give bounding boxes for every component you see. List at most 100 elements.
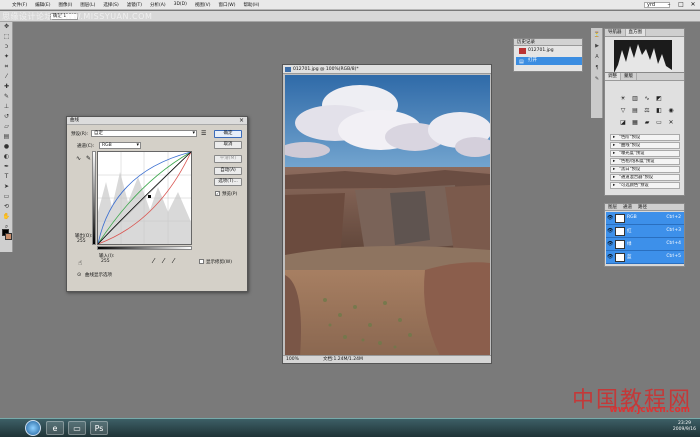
vibrance-icon[interactable]: ▽ xyxy=(619,107,627,115)
black-white-icon[interactable]: ◧ xyxy=(655,107,663,115)
show-clipping-checkbox[interactable] xyxy=(199,259,204,264)
menu-select[interactable]: 选择(S) xyxy=(103,2,118,8)
photoshop-taskbar-icon[interactable]: Ps xyxy=(90,421,108,435)
curve-control-point[interactable] xyxy=(148,195,151,198)
system-clock[interactable]: 23:29 2009/9/16 xyxy=(673,421,696,433)
close-icon[interactable]: ✕ xyxy=(689,1,697,8)
type-tool-icon[interactable]: T xyxy=(2,173,11,181)
menu-layer[interactable]: 图层(L) xyxy=(80,2,95,8)
move-tool-icon[interactable]: ✥ xyxy=(2,23,11,31)
curves-title-bar[interactable]: 曲线 × xyxy=(67,117,247,125)
zoom-level[interactable]: 100% xyxy=(286,356,299,364)
output-value[interactable]: 255 xyxy=(77,239,86,244)
preset-exposure[interactable]: "曝光度"预设 xyxy=(610,150,680,157)
gray-eyedropper-icon[interactable]: ⁄ xyxy=(163,257,164,265)
tab-navigator[interactable]: 导航器 xyxy=(605,29,626,36)
ok-button[interactable]: 确定 xyxy=(214,130,242,138)
brush-tool-icon[interactable]: ✎ xyxy=(2,93,11,101)
gradient-map-icon[interactable]: ▭ xyxy=(655,119,663,127)
document-tab[interactable]: 012701.jpg @ 100%(RGB/8)* xyxy=(283,65,491,74)
path-select-icon[interactable]: ➤ xyxy=(2,183,11,191)
eraser-tool-icon[interactable]: ▱ xyxy=(2,123,11,131)
black-eyedropper-icon[interactable]: ⁄ xyxy=(153,257,154,265)
magic-wand-tool-icon[interactable]: ✦ xyxy=(2,53,11,61)
tab-paths[interactable]: 路径 xyxy=(635,204,650,210)
explorer-taskbar-icon[interactable]: ▭ xyxy=(68,421,86,435)
preset-selective-color[interactable]: "可选颜色"预设 xyxy=(610,182,680,189)
curve-point-tool-icon[interactable]: ∿ xyxy=(76,155,81,162)
pen-tool-icon[interactable]: ✒ xyxy=(2,163,11,171)
background-color-swatch[interactable] xyxy=(5,233,12,240)
minimize-icon[interactable]: – xyxy=(665,1,673,8)
invert-icon[interactable]: ◪ xyxy=(619,119,627,127)
menu-filter[interactable]: 滤镜(T) xyxy=(127,2,142,8)
visibility-eye-icon[interactable]: 👁 xyxy=(607,254,613,260)
pencil-draw-icon[interactable]: ✎ xyxy=(86,155,91,162)
dodge-tool-icon[interactable]: ◐ xyxy=(2,153,11,161)
start-button[interactable] xyxy=(25,420,41,436)
visibility-eye-icon[interactable]: 👁 xyxy=(607,215,613,221)
posterize-icon[interactable]: ▦ xyxy=(631,119,639,127)
gradient-tool-icon[interactable]: ▤ xyxy=(2,133,11,141)
target-adjust-icon[interactable]: ☝ xyxy=(78,259,82,267)
tab-masks[interactable]: 蒙版 xyxy=(621,73,637,80)
menu-edit[interactable]: 编辑(E) xyxy=(35,2,50,8)
visibility-eye-icon[interactable]: 👁 xyxy=(607,241,613,247)
channel-row[interactable]: 👁 RGB Ctrl+2 xyxy=(606,212,684,225)
stamp-tool-icon[interactable]: ⊥ xyxy=(2,103,11,111)
tab-channels[interactable]: 通道 xyxy=(620,204,635,210)
menu-image[interactable]: 图像(I) xyxy=(58,2,72,8)
preset-black-white[interactable]: "黑白"预设 xyxy=(610,166,680,173)
lasso-tool-icon[interactable]: ↄ xyxy=(2,43,11,51)
eyedropper-tool-icon[interactable]: ⁄ xyxy=(2,73,11,81)
menu-3d[interactable]: 3D(D) xyxy=(174,2,187,7)
color-balance-icon[interactable]: ⚖ xyxy=(643,107,651,115)
photo-filter-icon[interactable]: ◉ xyxy=(667,107,675,115)
menu-view[interactable]: 视图(V) xyxy=(195,2,211,8)
preset-curves[interactable]: "曲线"预设 xyxy=(610,142,680,149)
preset-channel-mixer[interactable]: "通道混合器"预设 xyxy=(610,174,680,181)
preset-menu-icon[interactable]: ☰ xyxy=(201,130,206,137)
visibility-eye-icon[interactable]: 👁 xyxy=(607,228,613,234)
auto-button[interactable]: 自动(A) xyxy=(214,167,242,175)
cancel-button[interactable]: 取消 xyxy=(214,141,242,149)
history-panel-icon[interactable]: ⏳ xyxy=(593,32,601,39)
hand-tool-icon[interactable]: ✋ xyxy=(2,213,11,221)
levels-icon[interactable]: ▥ xyxy=(631,95,639,103)
preset-hue-saturation[interactable]: "色相/饱和度"预设 xyxy=(610,158,680,165)
input-value[interactable]: 255 xyxy=(101,259,110,264)
menu-analysis[interactable]: 分析(A) xyxy=(150,2,166,8)
character-panel-icon[interactable]: A xyxy=(593,54,601,61)
channel-select[interactable]: RGB xyxy=(99,142,141,149)
blur-tool-icon[interactable]: ● xyxy=(2,143,11,151)
paragraph-panel-icon[interactable]: ¶ xyxy=(593,65,601,72)
tab-histogram[interactable]: 直方图 xyxy=(625,29,646,36)
menu-help[interactable]: 帮助(H) xyxy=(243,2,259,8)
options-button[interactable]: 选项(T)... xyxy=(214,178,242,186)
smooth-button[interactable]: 平滑(M) xyxy=(214,155,242,163)
ie-taskbar-icon[interactable]: e xyxy=(46,421,64,435)
shape-tool-icon[interactable]: ▭ xyxy=(2,193,11,201)
tab-adjustments[interactable]: 调整 xyxy=(605,73,621,80)
crop-tool-icon[interactable]: ⌗ xyxy=(2,63,11,71)
curves-icon[interactable]: ∿ xyxy=(643,95,651,103)
history-panel-tab[interactable]: 历史记录 xyxy=(514,39,582,46)
brush-panel-icon[interactable]: ✎ xyxy=(593,76,601,83)
white-eyedropper-icon[interactable]: ⁄ xyxy=(173,257,174,265)
history-brush-icon[interactable]: ↺ xyxy=(2,113,11,121)
preset-select[interactable]: 自定 xyxy=(91,130,197,137)
channel-row[interactable]: 👁 红 Ctrl+3 xyxy=(606,225,684,238)
marquee-tool-icon[interactable]: ⬚ xyxy=(2,33,11,41)
canyon-photo[interactable] xyxy=(285,75,490,356)
dialog-close-icon[interactable]: × xyxy=(239,117,244,125)
maximize-icon[interactable]: □ xyxy=(677,1,685,8)
channel-row[interactable]: 👁 蓝 Ctrl+5 xyxy=(606,251,684,264)
selective-color-icon[interactable]: ✕ xyxy=(667,119,675,127)
channel-row[interactable]: 👁 绿 Ctrl+4 xyxy=(606,238,684,251)
hue-saturation-icon[interactable]: ▤ xyxy=(631,107,639,115)
tab-layers[interactable]: 图层 xyxy=(605,204,620,210)
preset-levels[interactable]: "色阶"预设 xyxy=(610,134,680,141)
curves-graph[interactable] xyxy=(97,151,192,245)
history-snapshot[interactable]: 012701.jpg xyxy=(516,47,582,55)
menu-file[interactable]: 文件(F) xyxy=(12,2,27,8)
